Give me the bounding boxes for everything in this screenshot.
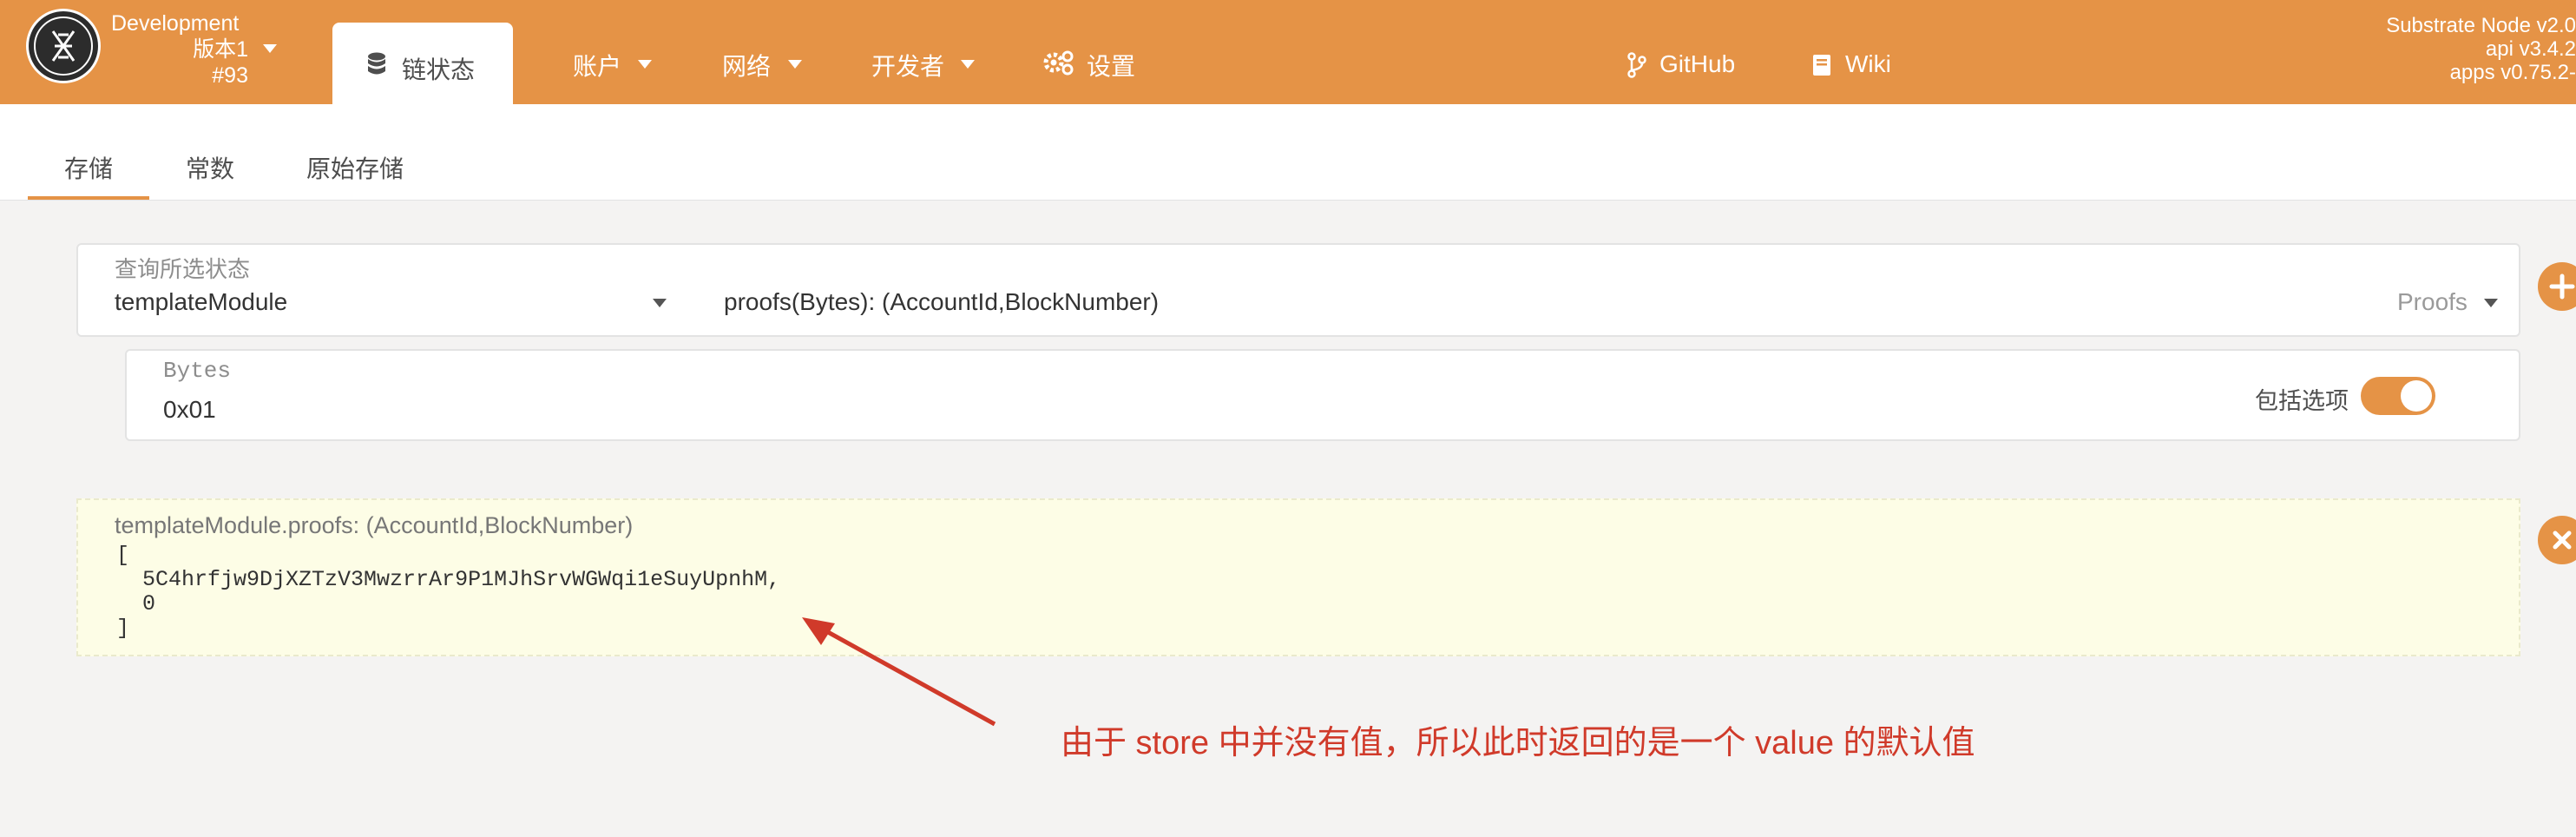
query-result: templateModule.proofs: (AccountId,BlockN…: [76, 498, 2520, 656]
chevron-down-icon: [961, 60, 975, 69]
param-label: Bytes: [163, 358, 232, 384]
node-apps-version: apps v0.75.2-: [2449, 61, 2576, 84]
chain-name: Development: [111, 11, 240, 36]
query-label: 查询所选状态: [115, 256, 251, 282]
add-query-button[interactable]: [2538, 262, 2576, 311]
query-panel: 查询所选状态 templateModule proofs(Bytes): (Ac…: [76, 243, 2520, 337]
result-line: 0: [116, 591, 156, 616]
module-chevron-down-icon[interactable]: [653, 299, 667, 307]
method-doc-hint: Proofs: [2397, 288, 2468, 315]
method-chevron-down-icon[interactable]: [2484, 299, 2498, 307]
toggle-knob: [2401, 380, 2432, 412]
gears-icon: [1043, 50, 1074, 76]
subtab-constants[interactable]: 常数: [186, 150, 234, 185]
chevron-down-icon: [638, 60, 652, 69]
nav-settings[interactable]: 设置: [1087, 48, 1135, 82]
chain-version: 版本1: [193, 37, 248, 62]
wiki-link[interactable]: Wiki: [1845, 50, 1891, 78]
chain-selector[interactable]: Development 版本1 #93: [111, 10, 248, 89]
annotation-text: 由于 store 中并没有值，所以此时返回的是一个 value 的默认值: [1061, 725, 1975, 761]
node-name: Substrate Node v2.0: [2386, 14, 2576, 37]
result-line: 5C4hrfjw9DjXZTzV3MwzrrAr9P1MJhSrvWGWqi1e…: [116, 567, 781, 592]
active-tab-indicator: [28, 196, 149, 200]
nav-network[interactable]: 网络: [722, 48, 771, 82]
nav-tab-chain-state[interactable]: 链状态: [332, 23, 513, 104]
close-icon: [2553, 531, 2572, 550]
annotation-arrow-icon: [802, 617, 996, 727]
top-bar: Development 版本1 #93 链状态 账户 网络 开发者 设置 Git…: [0, 0, 2576, 104]
result-title: templateModule.proofs: (AccountId,BlockN…: [115, 512, 634, 538]
book-icon: [1813, 55, 1830, 76]
github-link[interactable]: GitHub: [1659, 50, 1735, 78]
module-select[interactable]: templateModule: [115, 288, 287, 316]
result-value: [ 5C4hrfjw9DjXZTzV3MwzrrAr9P1MJhSrvWGWqi…: [116, 544, 780, 641]
include-option-label: 包括选项: [2255, 388, 2349, 414]
code-branch-icon: [1627, 52, 1646, 78]
plus-icon: [2549, 274, 2575, 300]
sub-nav: 存储 常数 原始存储: [0, 104, 2576, 201]
nav-accounts[interactable]: 账户: [573, 48, 621, 82]
result-line: ]: [116, 616, 130, 641]
method-select[interactable]: proofs(Bytes): (AccountId,BlockNumber): [724, 288, 1159, 316]
block-number: #93: [212, 63, 248, 88]
bytes-input[interactable]: 0x01: [163, 396, 216, 424]
nav-tab-chain-state-label: 链状态: [402, 56, 476, 83]
substrate-logo[interactable]: [26, 9, 101, 83]
result-line: [: [116, 543, 130, 568]
subtab-raw-storage[interactable]: 原始存储: [306, 150, 404, 185]
node-info: Substrate Node v2.0 api v3.4.2 apps v0.7…: [2386, 14, 2576, 84]
subtab-storage[interactable]: 存储: [64, 150, 113, 185]
node-api-version: api v3.4.2: [2485, 37, 2576, 61]
remove-result-button[interactable]: [2538, 516, 2576, 564]
database-icon: [368, 52, 385, 75]
chevron-down-icon: [788, 60, 802, 69]
param-panel: Bytes 0x01 包括选项: [125, 349, 2520, 441]
chain-caret-icon[interactable]: [262, 43, 278, 54]
nav-developer[interactable]: 开发者: [871, 48, 944, 82]
include-option-toggle[interactable]: [2361, 377, 2435, 415]
